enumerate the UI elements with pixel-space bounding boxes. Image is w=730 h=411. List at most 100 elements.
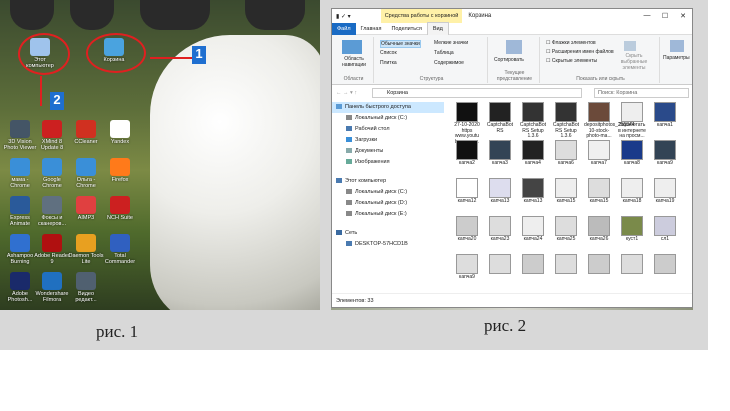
nav-item[interactable]: Локальный диск (C:) xyxy=(332,113,444,124)
sort-icon[interactable] xyxy=(506,40,522,54)
file-item[interactable] xyxy=(650,254,680,275)
file-item[interactable]: капча20 xyxy=(452,216,482,243)
file-thumbnail-icon xyxy=(621,140,643,160)
nav-item[interactable]: DESKTOP-57HCD1B xyxy=(332,239,444,250)
file-item[interactable]: капча25 xyxy=(551,216,581,243)
file-item[interactable]: Заработать в интернете на просм... xyxy=(617,102,647,140)
details-option[interactable]: Таблица xyxy=(434,50,454,56)
desktop-shortcut[interactable]: CCleaner xyxy=(68,120,104,145)
item-checkboxes-option[interactable]: ☐ Флажки элементов xyxy=(546,40,596,46)
nav-item-label: Панель быстрого доступа xyxy=(345,104,411,110)
options-icon[interactable] xyxy=(670,40,684,52)
nav-item[interactable]: Документы xyxy=(332,146,444,157)
nav-item[interactable]: Изображения xyxy=(332,157,444,168)
desktop-shortcut[interactable]: XMind 8 Update 8 xyxy=(34,120,70,151)
desktop-shortcut[interactable]: Ольга - Chrome xyxy=(68,158,104,189)
nav-item[interactable]: Локальный диск (C:) xyxy=(332,187,444,198)
tab-share[interactable]: Поделиться xyxy=(386,23,426,35)
nav-item[interactable]: Этот компьютер xyxy=(332,176,444,187)
file-item[interactable]: капча7 xyxy=(584,140,614,167)
file-thumbnail-icon xyxy=(588,102,610,122)
desktop-shortcut[interactable]: Adobe Photosh... xyxy=(2,272,38,303)
tiles-option[interactable]: Плитка xyxy=(380,60,397,66)
file-item[interactable]: капча23 xyxy=(485,216,515,243)
nav-item[interactable]: Сеть xyxy=(332,228,444,239)
file-item[interactable]: капча12 xyxy=(452,178,482,205)
file-item[interactable]: 27-10-2020 https www.youtu becom w... xyxy=(452,102,482,145)
file-item[interactable]: CaptchaBot RS xyxy=(485,102,515,134)
file-item[interactable] xyxy=(518,254,548,275)
address-field[interactable]: Корзина xyxy=(372,88,582,98)
file-item[interactable] xyxy=(551,254,581,275)
file-item[interactable] xyxy=(485,254,515,275)
file-item[interactable]: CaptchaBot RS Setup 1.3.6 xyxy=(518,102,548,140)
file-item[interactable]: капча15 xyxy=(551,178,581,205)
desktop-shortcut[interactable]: мама - Chrome xyxy=(2,158,38,189)
maximize-icon[interactable]: ☐ xyxy=(656,12,674,20)
options-button[interactable]: Параметры xyxy=(663,55,690,61)
file-extensions-option[interactable]: ☐ Расширения имен файлов xyxy=(546,49,614,55)
file-item[interactable]: капча26 xyxy=(584,216,614,243)
file-item[interactable]: капча19 xyxy=(650,178,680,205)
file-item[interactable]: капча9 xyxy=(452,254,482,281)
quick-access-toolbar-icon[interactable]: ▮ ✓ ▾ xyxy=(336,13,351,20)
file-item[interactable]: куст1 xyxy=(617,216,647,243)
nav-item[interactable]: Панель быстрого доступа xyxy=(332,102,444,113)
large-icons-option[interactable]: Обычные значки xyxy=(380,40,421,48)
desktop-shortcut[interactable]: Ashampoo Burning xyxy=(2,234,38,265)
file-item[interactable]: капча2 xyxy=(452,140,482,167)
file-item[interactable]: depositphotos_255844 10-stock-photo-ma..… xyxy=(584,102,635,140)
list-option[interactable]: Список xyxy=(380,50,397,56)
desktop-shortcut[interactable]: Total Commander xyxy=(102,234,138,265)
desktop-shortcut[interactable]: Фоксы и сканеров... xyxy=(34,196,70,227)
close-icon[interactable]: ✕ xyxy=(674,12,692,20)
desktop-shortcut[interactable]: AIMP3 xyxy=(68,196,104,221)
file-item[interactable]: капча18 xyxy=(617,178,647,205)
navigation-pane-icon[interactable] xyxy=(342,40,362,54)
file-item[interactable]: капча9 xyxy=(650,140,680,167)
sort-button[interactable]: Сортировать xyxy=(494,57,524,63)
desktop-shortcut[interactable]: Видео редакт... xyxy=(68,272,104,303)
desktop-shortcut[interactable]: NCH Suite xyxy=(102,196,138,221)
hidden-items-option[interactable]: ☐ Скрытые элементы xyxy=(546,58,597,64)
desktop-shortcut-label: XMind 8 Update 8 xyxy=(40,139,64,151)
nav-arrows-icon[interactable]: ← → ▾ ↑ xyxy=(336,90,357,96)
desktop-shortcut[interactable]: 3D Vision Photo Viewer xyxy=(2,120,38,151)
file-item[interactable]: капча15 xyxy=(584,178,614,205)
nav-item[interactable]: Локальный диск (E:) xyxy=(332,209,444,220)
file-item[interactable] xyxy=(617,254,647,275)
file-item[interactable]: сл1 xyxy=(650,216,680,243)
small-icons-option[interactable]: Мелкие значки xyxy=(434,40,468,46)
file-item[interactable]: капча3 xyxy=(485,140,515,167)
file-item[interactable]: капча24 xyxy=(518,216,548,243)
tab-view[interactable]: Вид xyxy=(426,22,449,35)
minimize-icon[interactable]: — xyxy=(638,12,656,20)
file-item[interactable]: капча13 xyxy=(485,178,515,205)
desktop-shortcut[interactable]: Adobe Reader 9 xyxy=(34,234,70,265)
file-item[interactable]: капча6 xyxy=(551,140,581,167)
desktop-shortcut[interactable]: Wondershare Filmora xyxy=(34,272,70,303)
navigation-pane-button[interactable]: Область навигации xyxy=(336,56,372,68)
tab-file[interactable]: Файл xyxy=(332,22,356,35)
tab-home[interactable]: Главная xyxy=(356,23,387,35)
file-item[interactable]: капча13 xyxy=(518,178,548,205)
desktop-shortcut[interactable]: Daemon Tools Lite xyxy=(68,234,104,265)
file-item[interactable] xyxy=(584,254,614,275)
hide-selected-icon[interactable] xyxy=(624,41,636,51)
hide-selected-button[interactable]: Скрыть выбранные элементы xyxy=(612,53,656,71)
file-item[interactable]: капча8 xyxy=(617,140,647,167)
firefox-icon xyxy=(110,158,130,176)
file-item[interactable]: CaptchaBot RS Setup 1.3.6 xyxy=(551,102,581,140)
file-item[interactable]: капча1 xyxy=(650,102,680,129)
nav-item[interactable]: Локальный диск (D:) xyxy=(332,198,444,209)
desktop-shortcut[interactable]: Google Chrome xyxy=(34,158,70,189)
desktop-shortcut[interactable]: Yandex xyxy=(102,120,138,145)
content-option[interactable]: Содержимое xyxy=(434,60,464,66)
desktop-shortcut[interactable]: Express Animate xyxy=(2,196,38,227)
file-thumbnail-icon xyxy=(588,178,610,198)
search-input[interactable]: Поиск: Корзина xyxy=(594,88,689,98)
nav-item[interactable]: Загрузки xyxy=(332,135,444,146)
file-item[interactable]: капча4 xyxy=(518,140,548,167)
desktop-shortcut[interactable]: Firefox xyxy=(102,158,138,183)
nav-item[interactable]: Рабочий стол xyxy=(332,124,444,135)
